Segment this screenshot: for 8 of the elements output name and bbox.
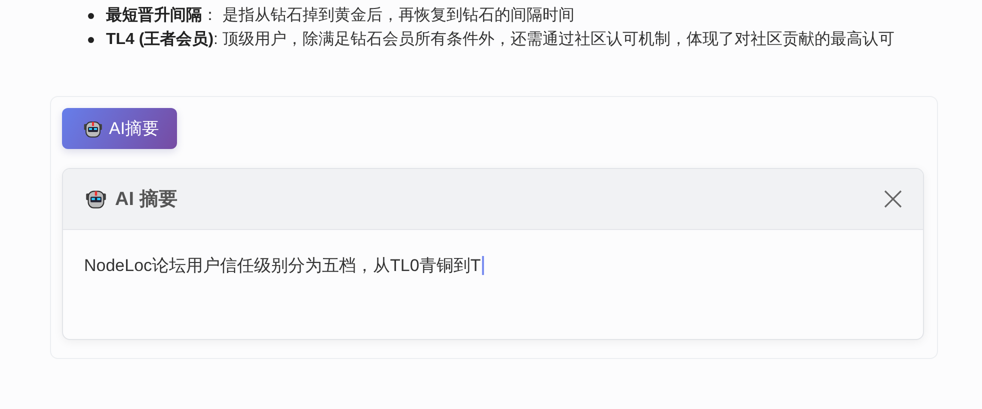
robot-icon bbox=[83, 118, 103, 138]
ai-summary-button[interactable]: AI摘要 bbox=[62, 108, 178, 149]
robot-icon bbox=[85, 188, 107, 210]
list-text: TL4 (王者会员): 顶级用户，除满足钻石会员所有条件外，还需通过社区认可机制，体现了对社区贡献的最高认可 bbox=[106, 30, 894, 50]
panel-title: AI 摘要 bbox=[115, 188, 178, 212]
summary-text: NodeLoc论坛用户信任级别分为五档，从TL0青铜到T bbox=[84, 255, 481, 277]
list-text: 最短晋升间隔： 是指从钻石掉到黄金后，再恢复到钻石的间隔时间 bbox=[106, 5, 574, 26]
close-icon[interactable] bbox=[883, 189, 903, 209]
